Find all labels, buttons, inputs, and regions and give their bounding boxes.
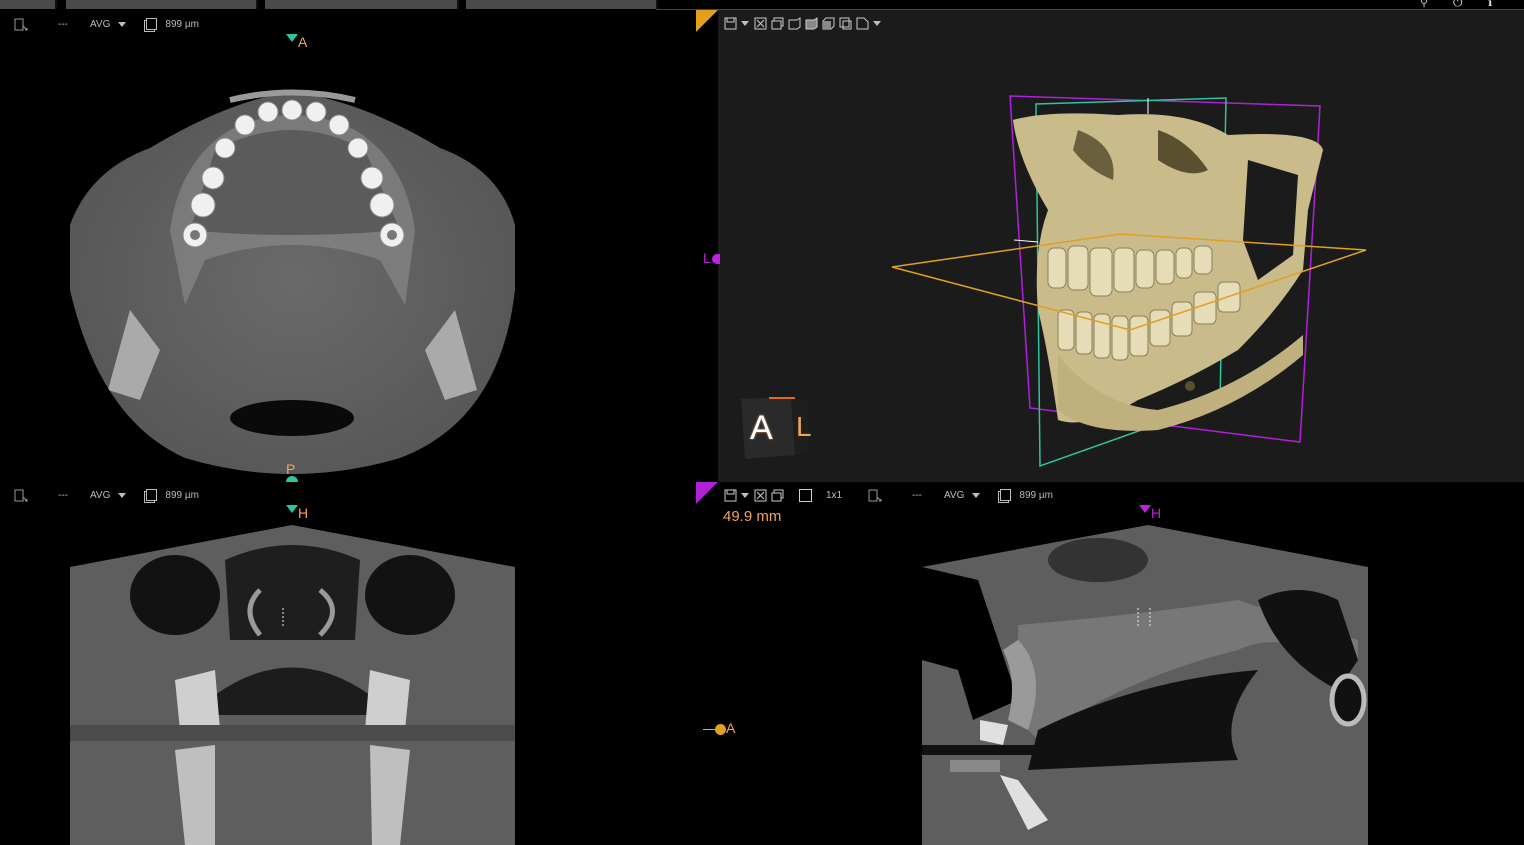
view-cube-icon[interactable]: A L bbox=[741, 395, 812, 459]
axial-viewport[interactable] bbox=[0, 30, 718, 482]
sagittal-mode-dash: --- bbox=[912, 489, 922, 501]
info-icon[interactable]: ℹ bbox=[1488, 0, 1492, 9]
coronal-thickness: 899 µm bbox=[165, 489, 199, 501]
coronal-mode-dash: --- bbox=[58, 489, 68, 501]
dropdown-caret-icon[interactable] bbox=[118, 21, 127, 27]
sagittal-plane-marker-icon[interactable] bbox=[1139, 505, 1151, 513]
top-tab-2[interactable] bbox=[66, 0, 258, 9]
copy-icon[interactable] bbox=[146, 18, 158, 30]
view-right-icon[interactable] bbox=[839, 17, 852, 30]
top-tab-1[interactable] bbox=[0, 0, 57, 9]
save-icon[interactable] bbox=[724, 17, 737, 30]
sagittal-viewport[interactable] bbox=[718, 520, 1524, 845]
volume3d-toolbar bbox=[724, 13, 881, 33]
layout-1x1-button[interactable]: 1x1 bbox=[826, 490, 842, 501]
layout-icon[interactable] bbox=[14, 489, 28, 502]
axial-corner-marker-icon bbox=[696, 10, 718, 32]
screenshot-icon[interactable] bbox=[771, 17, 784, 30]
view-front-icon[interactable] bbox=[788, 17, 801, 30]
sagittal-orient-top[interactable]: H bbox=[1139, 505, 1161, 521]
top-tab-strip: ⚲ ⏻ ℹ bbox=[0, 0, 1524, 10]
sagittal-toolbar: --- AVG 899 µm bbox=[868, 485, 1053, 505]
screenshot-icon[interactable] bbox=[771, 489, 784, 502]
power-icon[interactable]: ⏻ bbox=[1453, 0, 1463, 10]
axial-orient-bottom[interactable]: P bbox=[286, 461, 295, 477]
layout-icon[interactable] bbox=[868, 489, 882, 502]
save-icon[interactable] bbox=[724, 489, 737, 502]
copy-icon[interactable] bbox=[146, 489, 158, 501]
dropdown-caret-icon[interactable] bbox=[741, 492, 749, 498]
coronal-mode-select[interactable]: AVG bbox=[90, 490, 110, 501]
coronal-viewport[interactable] bbox=[0, 520, 700, 845]
coronal-toolbar: --- AVG 899 µm bbox=[14, 485, 199, 505]
coronal-plane-marker-icon[interactable] bbox=[286, 505, 298, 513]
coronal-plane-marker-icon[interactable] bbox=[286, 34, 298, 42]
sagittal-orient-left[interactable]: A bbox=[703, 720, 735, 736]
window-icon[interactable] bbox=[799, 488, 812, 502]
layout-icon[interactable] bbox=[14, 18, 28, 31]
axial-bottom-marker-icon[interactable] bbox=[286, 476, 298, 482]
axial-thickness: 899 µm bbox=[165, 18, 199, 30]
sagittal-plane-marker-icon[interactable] bbox=[711, 254, 720, 265]
volume3d-orient-left[interactable]: L bbox=[703, 250, 720, 266]
axial-orient-top[interactable]: A bbox=[286, 34, 307, 50]
axial-plane-marker-icon[interactable] bbox=[715, 723, 726, 735]
dropdown-caret-icon[interactable] bbox=[972, 492, 981, 498]
cube-side-label: L bbox=[796, 411, 812, 442]
volume-3d-viewport[interactable]: A L bbox=[718, 10, 1524, 482]
fit-icon[interactable] bbox=[754, 489, 767, 502]
coronal-orient-top[interactable]: H bbox=[286, 505, 308, 521]
dropdown-caret-icon[interactable] bbox=[118, 492, 127, 498]
top-tab-4[interactable] bbox=[466, 0, 658, 9]
sagittal-corner-marker-icon bbox=[696, 482, 718, 504]
copy-icon[interactable] bbox=[1000, 489, 1012, 501]
view-back-icon[interactable] bbox=[805, 17, 818, 30]
axial-mode-select[interactable]: AVG bbox=[90, 19, 110, 30]
axial-mode-dash: --- bbox=[58, 18, 68, 30]
cube-front-label: A bbox=[750, 409, 773, 447]
view-left-icon[interactable] bbox=[822, 17, 835, 30]
bottom-toolbar: 1x1 bbox=[724, 485, 842, 505]
user-icon[interactable]: ⚲ bbox=[1420, 0, 1428, 9]
sagittal-thickness: 899 µm bbox=[1019, 489, 1053, 501]
sagittal-mode-select[interactable]: AVG bbox=[944, 490, 964, 501]
fit-icon[interactable] bbox=[754, 17, 767, 30]
dropdown-caret-icon[interactable] bbox=[873, 20, 881, 26]
view-top-icon[interactable] bbox=[856, 17, 869, 30]
dropdown-caret-icon[interactable] bbox=[741, 20, 749, 26]
top-tab-3[interactable] bbox=[265, 0, 459, 9]
